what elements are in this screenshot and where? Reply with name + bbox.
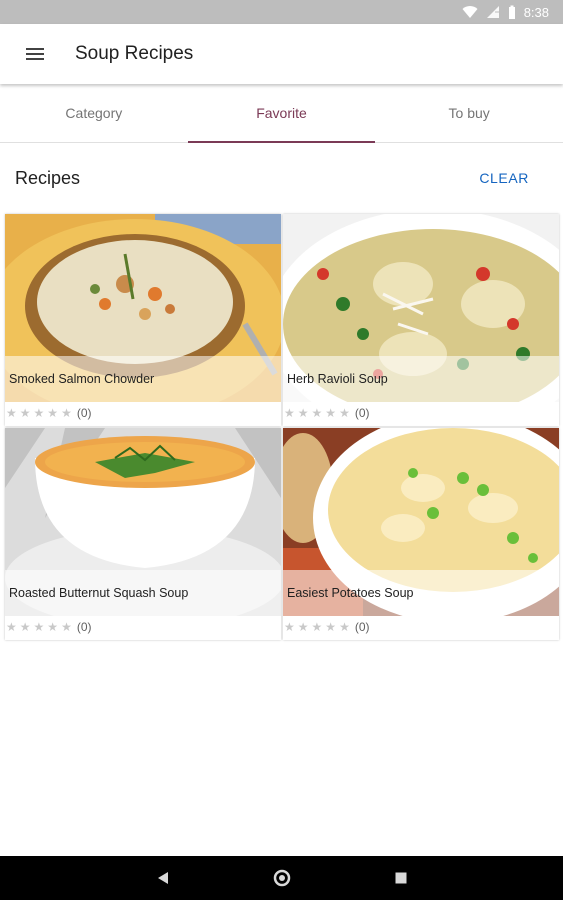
star-icon: ★: [61, 620, 72, 634]
star-icon: ★: [33, 406, 45, 420]
rating: ★ ★ ★ ★ ★ (0): [284, 404, 370, 422]
star-icon: ★: [339, 620, 350, 634]
star-icon: ★: [61, 406, 72, 420]
star-icon: ★: [311, 406, 323, 420]
recipe-caption: Smoked Salmon Chowder: [5, 356, 281, 402]
recipe-name: Herb Ravioli Soup: [287, 372, 388, 386]
star-icon: ★: [19, 406, 31, 420]
recipe-card[interactable]: Roasted Butternut Squash Soup ★ ★ ★ ★ ★ …: [5, 428, 281, 640]
rating: ★ ★ ★ ★ ★ (0): [284, 618, 370, 636]
recipe-name: Roasted Butternut Squash Soup: [9, 586, 189, 600]
cell-signal-icon: [486, 6, 499, 18]
rating: ★ ★ ★ ★ ★ (0): [6, 618, 92, 636]
recipe-card[interactable]: Smoked Salmon Chowder ★ ★ ★ ★ ★ (0): [5, 214, 281, 426]
recipe-name: Easiest Potatoes Soup: [287, 586, 414, 600]
star-icon: ★: [6, 620, 17, 634]
navigation-bar: [0, 856, 563, 900]
tab-category[interactable]: Category: [0, 84, 188, 142]
hamburger-menu-icon[interactable]: [23, 42, 47, 66]
app-bar: Soup Recipes: [0, 24, 563, 84]
recipe-card[interactable]: Herb Ravioli Soup ★ ★ ★ ★ ★ (0): [283, 214, 559, 426]
status-bar: 8:38: [0, 0, 563, 24]
star-icon: ★: [47, 406, 59, 420]
star-icon: ★: [284, 620, 295, 634]
star-icon: ★: [6, 406, 17, 420]
recipes-header: Recipes CLEAR: [0, 143, 563, 213]
rating: ★ ★ ★ ★ ★ (0): [6, 404, 92, 422]
star-icon: ★: [297, 620, 309, 634]
recipe-caption: Easiest Potatoes Soup: [283, 570, 559, 616]
star-icon: ★: [284, 406, 295, 420]
back-icon[interactable]: [151, 866, 175, 890]
star-icon: ★: [47, 620, 59, 634]
app-title: Soup Recipes: [75, 43, 194, 64]
star-icon: ★: [339, 406, 350, 420]
recents-icon[interactable]: [389, 866, 413, 890]
rating-count: (0): [354, 406, 370, 420]
star-icon: ★: [325, 620, 337, 634]
rating-count: (0): [76, 620, 92, 634]
recipe-grid: Smoked Salmon Chowder ★ ★ ★ ★ ★ (0) Herb…: [4, 213, 560, 641]
tab-favorite[interactable]: Favorite: [187, 84, 376, 143]
star-icon: ★: [297, 406, 309, 420]
section-title: Recipes: [15, 167, 81, 188]
battery-icon: [508, 5, 515, 19]
wifi-icon: [462, 6, 478, 19]
rating-count: (0): [354, 620, 370, 634]
clear-button[interactable]: CLEAR: [479, 170, 529, 186]
tab-bar: Category Favorite To buy: [0, 84, 563, 143]
star-icon: ★: [33, 620, 45, 634]
home-icon[interactable]: [270, 866, 294, 890]
recipe-caption: Roasted Butternut Squash Soup: [5, 570, 281, 616]
star-icon: ★: [325, 406, 337, 420]
star-icon: ★: [19, 620, 31, 634]
recipe-caption: Herb Ravioli Soup: [283, 356, 559, 402]
star-icon: ★: [311, 620, 323, 634]
rating-count: (0): [76, 406, 92, 420]
recipe-card[interactable]: Easiest Potatoes Soup ★ ★ ★ ★ ★ (0): [283, 428, 559, 640]
status-time: 8:38: [523, 4, 549, 20]
tab-to-buy[interactable]: To buy: [375, 84, 563, 142]
recipe-name: Smoked Salmon Chowder: [9, 372, 155, 386]
